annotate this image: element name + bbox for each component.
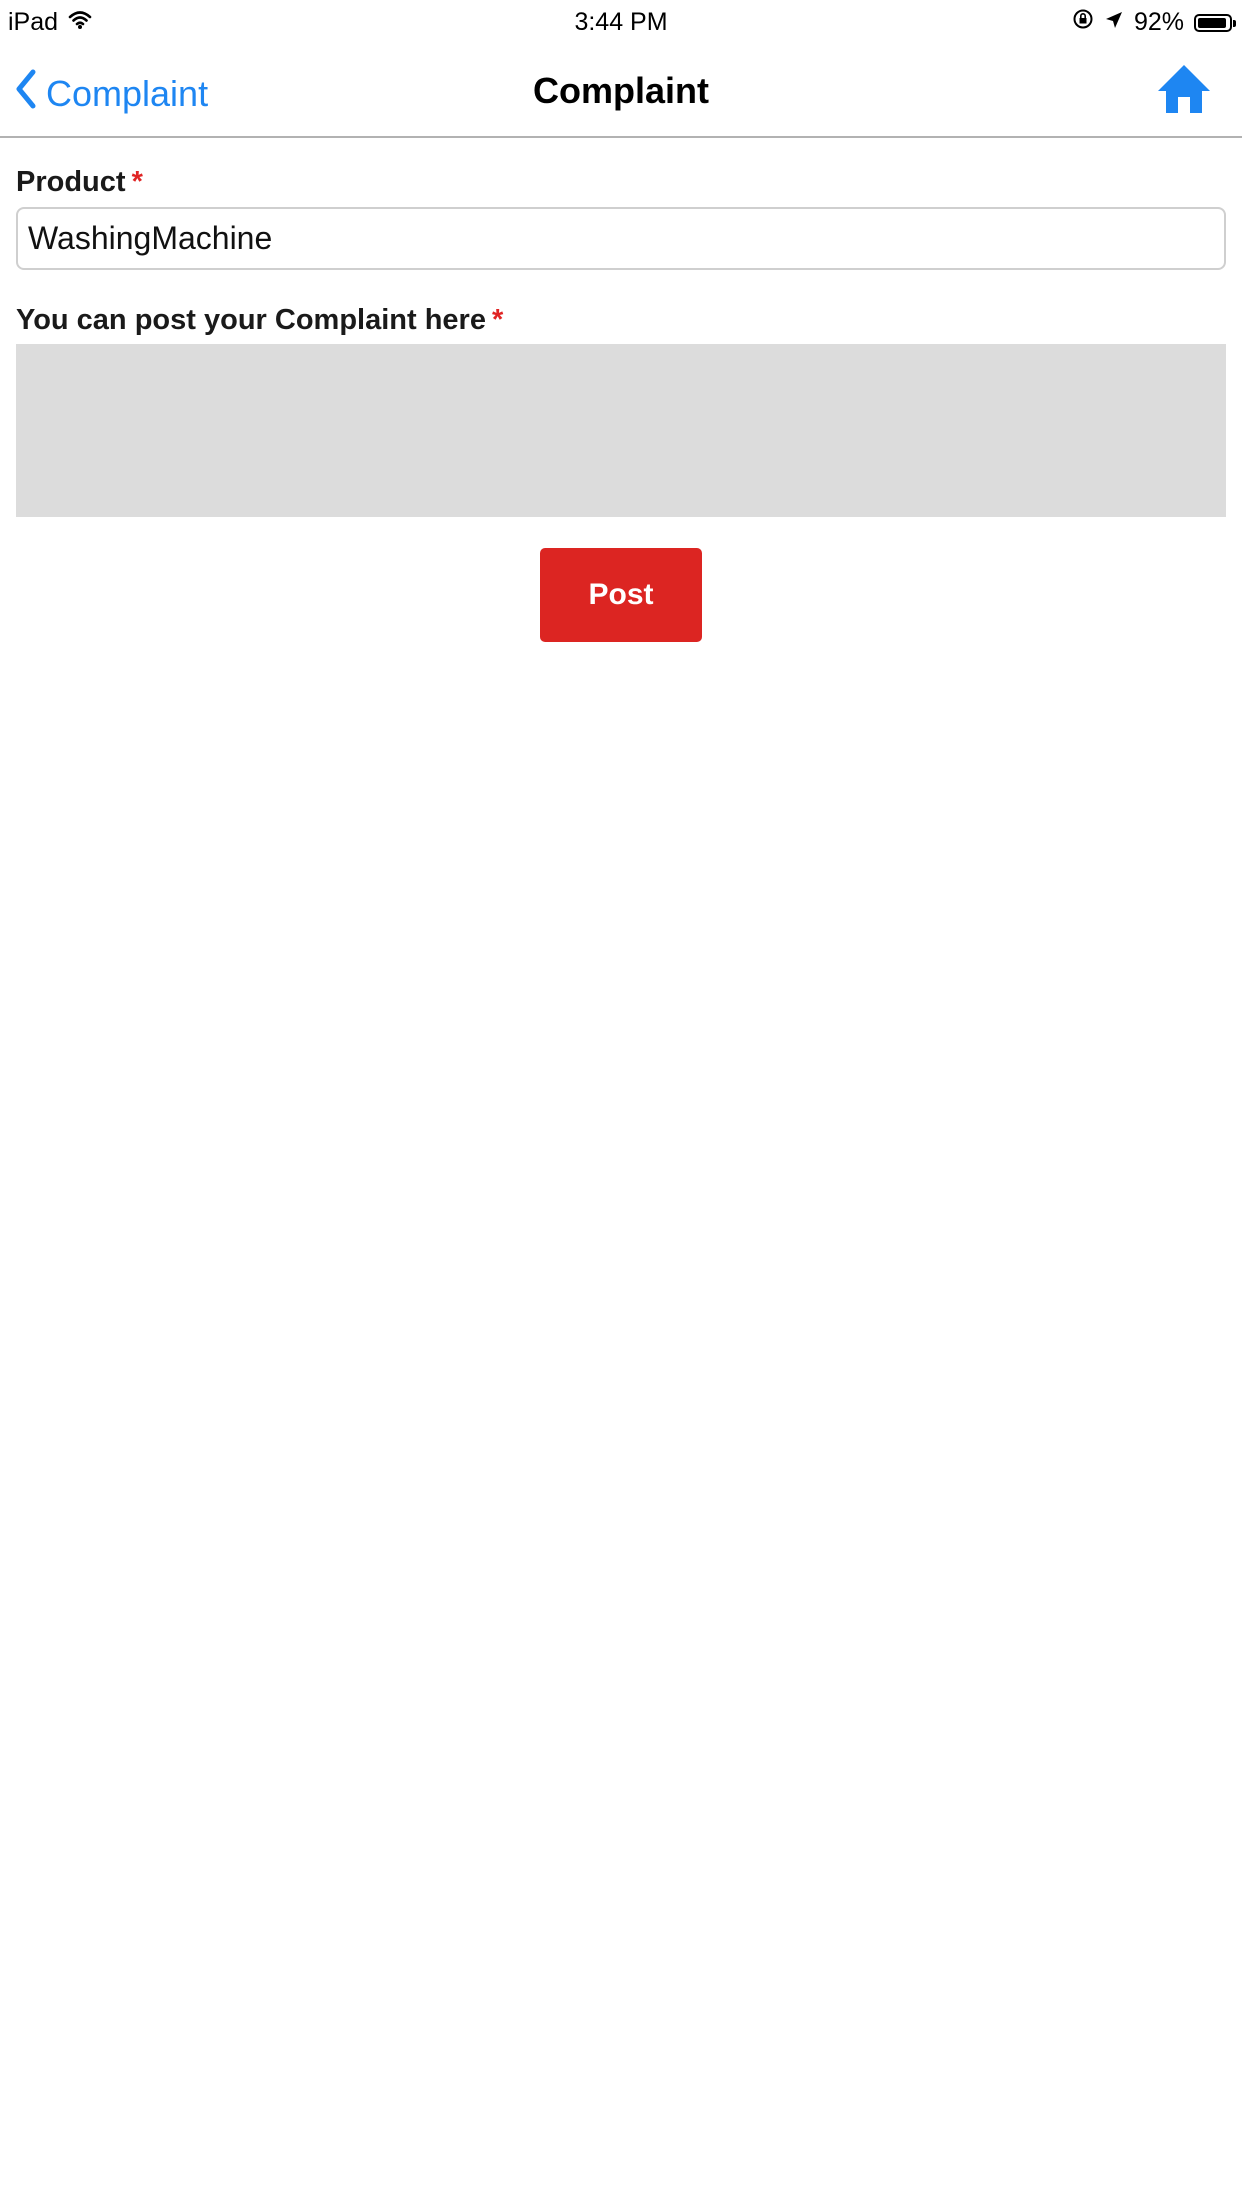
status-right: 92%: [1072, 8, 1236, 37]
required-marker: *: [131, 166, 143, 198]
status-bar: iPad 3:44 PM 92%: [0, 0, 1242, 46]
status-time: 3:44 PM: [574, 8, 668, 36]
complaint-label-text: You can post your Complaint here: [16, 304, 486, 336]
product-label: Product *: [16, 166, 143, 199]
post-button[interactable]: Post: [540, 548, 702, 642]
product-input[interactable]: [16, 207, 1226, 270]
location-arrow-icon: [1104, 8, 1124, 37]
home-button[interactable]: [1156, 61, 1212, 117]
battery-fill: [1198, 17, 1226, 28]
page-title: Complaint: [533, 70, 709, 111]
complaint-textarea[interactable]: [16, 344, 1226, 517]
navigation-bar: Complaint Complaint: [0, 46, 1242, 138]
complaint-label: You can post your Complaint here *: [16, 304, 503, 337]
orientation-lock-icon: [1072, 8, 1094, 37]
battery-cap: [1233, 19, 1236, 27]
required-marker: *: [491, 304, 504, 336]
battery-icon: [1194, 13, 1236, 32]
home-icon: [1158, 65, 1210, 113]
product-label-text: Product: [16, 166, 126, 198]
battery-percent: 92%: [1133, 8, 1184, 36]
